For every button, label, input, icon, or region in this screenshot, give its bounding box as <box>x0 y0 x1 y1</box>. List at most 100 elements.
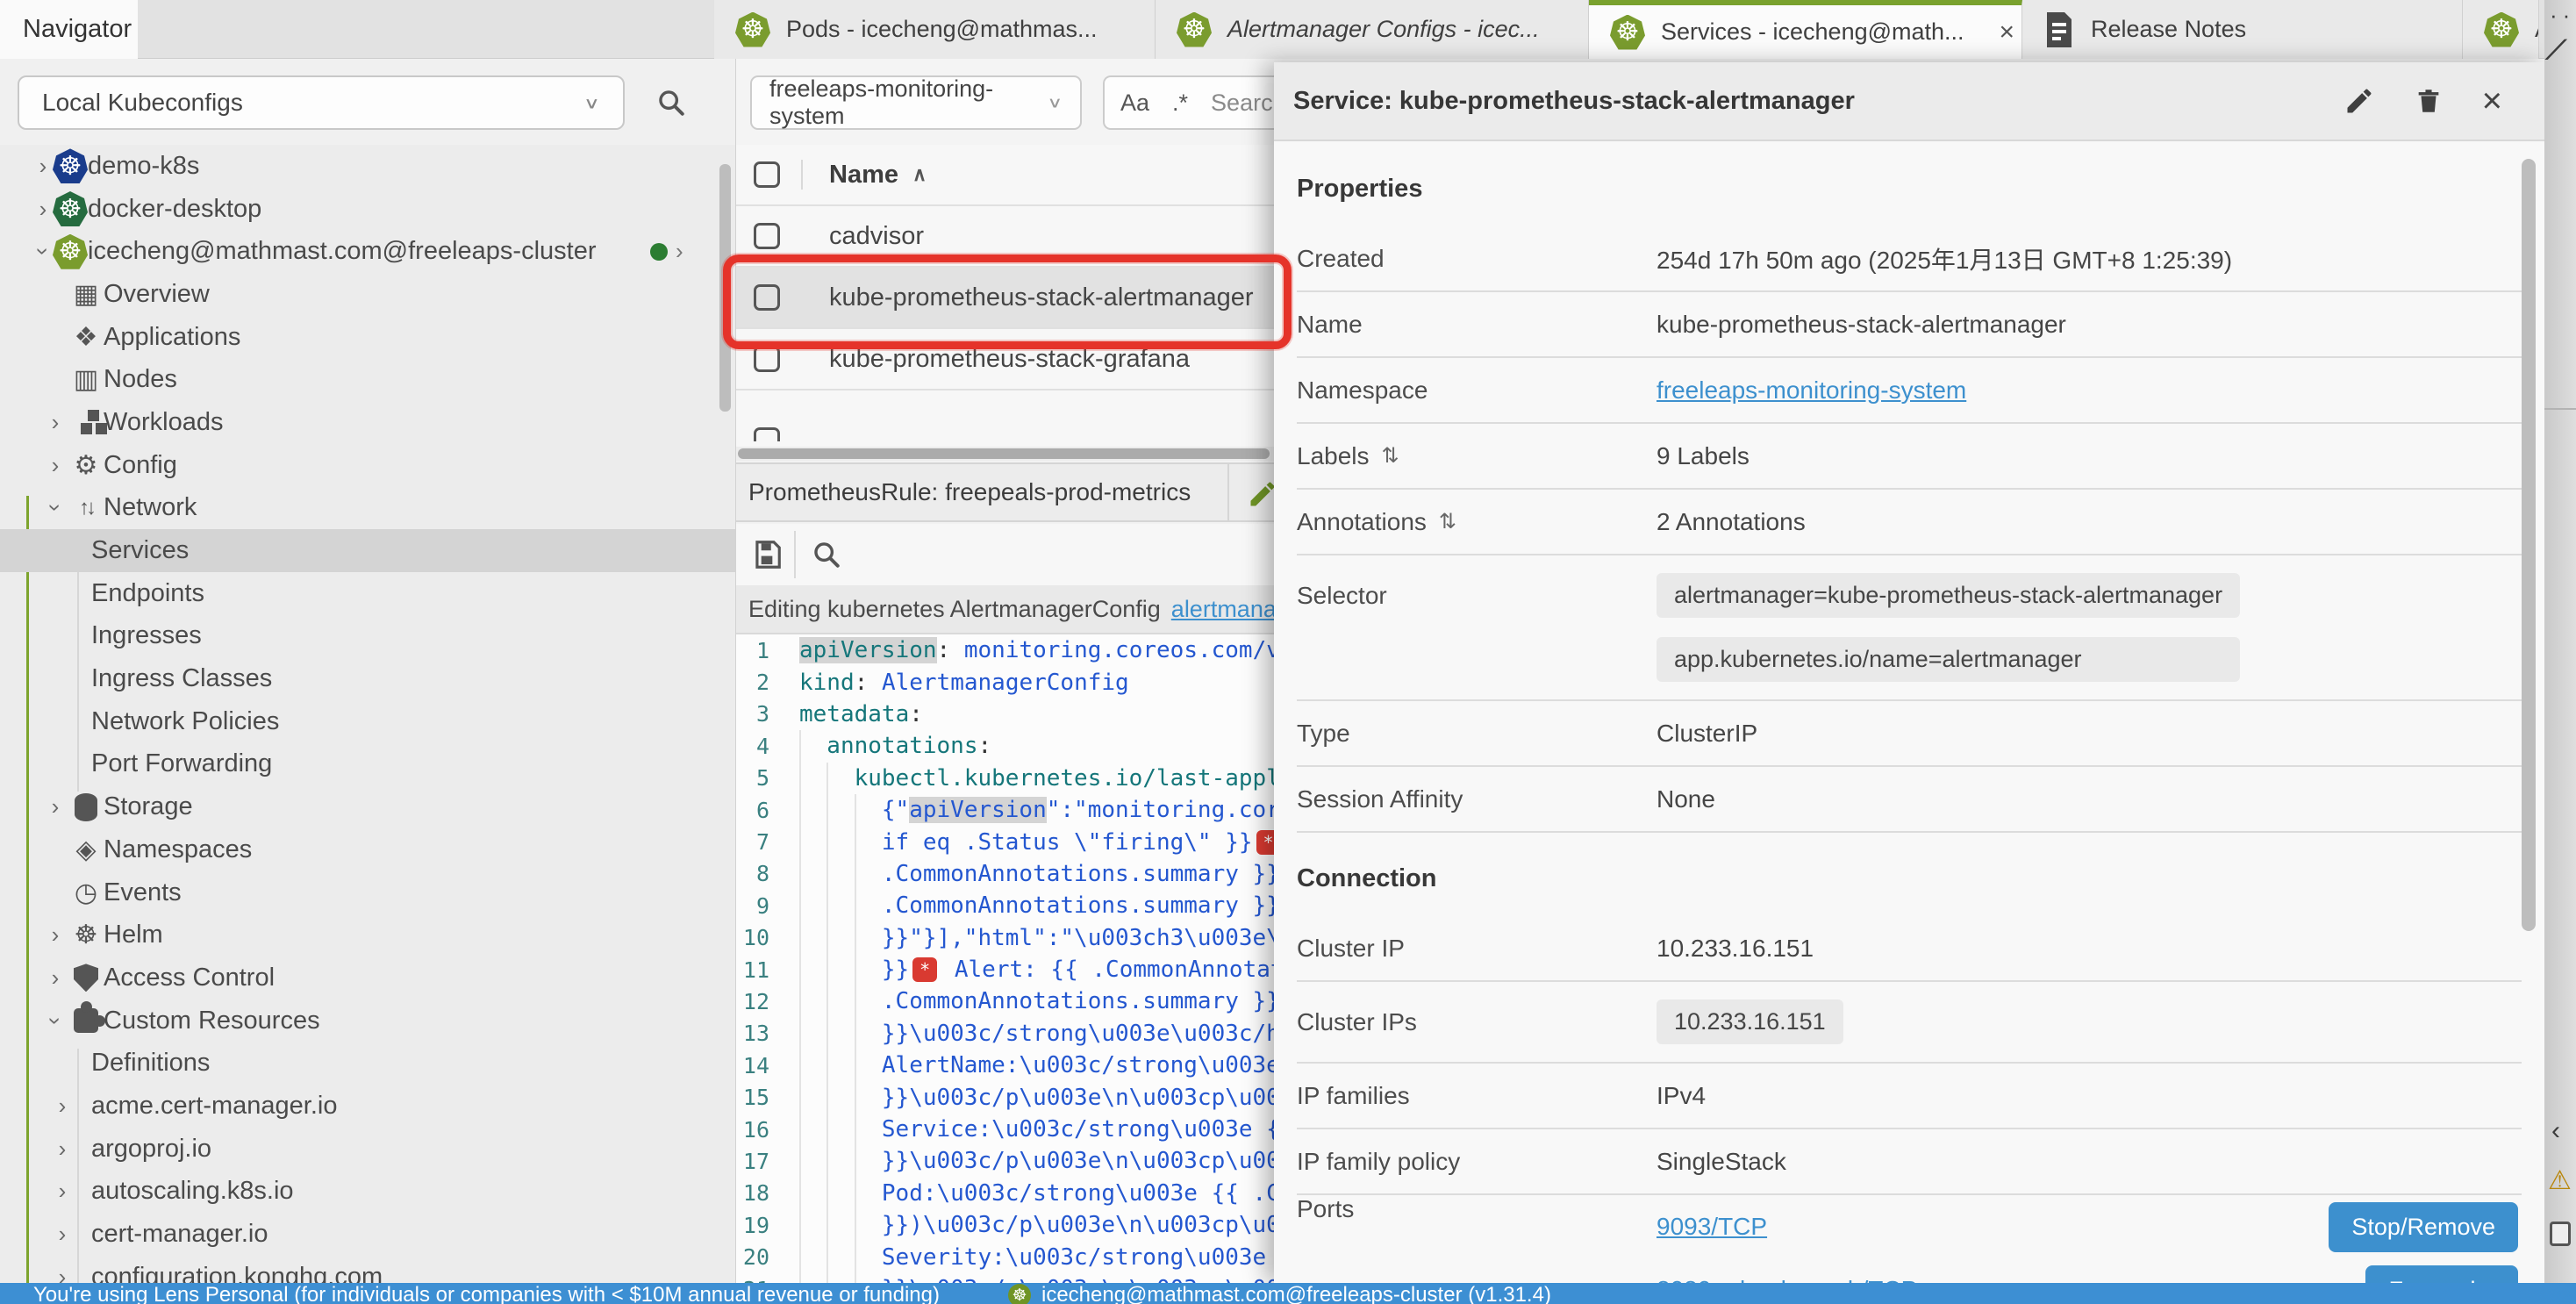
sidebar-item-namespaces[interactable]: ◈Namespaces <box>0 828 735 871</box>
cluster-open-arrow[interactable]: › <box>676 238 683 265</box>
port-link[interactable]: 8080:reloader-web/TCP <box>1657 1276 1917 1283</box>
save-icon[interactable] <box>750 538 784 571</box>
tab-a[interactable]: ☸A <box>2463 0 2539 59</box>
sidebar-item-icecheng-mathmast-com-freeleaps-cluster[interactable]: ›☸icecheng@mathmast.com@freeleaps-cluste… <box>0 230 735 273</box>
sidebar-item-helm[interactable]: ›☸Helm <box>0 914 735 957</box>
sidebar-item-autoscaling-k8s-io[interactable]: ›autoscaling.k8s.io <box>0 1171 735 1214</box>
sidebar-item-label: Applications <box>104 323 240 352</box>
chevron-collapsed-icon[interactable]: › <box>44 793 67 820</box>
chevron-collapsed-icon[interactable]: › <box>44 452 67 479</box>
sidebar-item-docker-desktop[interactable]: ›☸docker-desktop <box>0 188 735 231</box>
badge: alertmanager=kube-prometheus-stack-alert… <box>1657 573 2240 618</box>
chevron-expanded-icon[interactable]: › <box>42 497 69 519</box>
sidebar-item-argoproj-io[interactable]: ›argoproj.io <box>0 1128 735 1171</box>
column-header-name[interactable]: Name <box>829 161 898 190</box>
chevron-expanded-icon[interactable]: › <box>42 1009 69 1032</box>
row-checkbox[interactable] <box>754 427 780 441</box>
sort-asc-icon[interactable]: ∧ <box>912 163 927 186</box>
close-icon[interactable]: × <box>2000 18 2015 47</box>
sidebar-item-events[interactable]: ◷Events <box>0 871 735 914</box>
code-line-7: 7if eq .Status \"firing\" }}* <box>736 826 1274 857</box>
chevron-collapsed-icon[interactable]: › <box>51 1178 74 1205</box>
sidebar-item-label: demo-k8s <box>88 152 199 181</box>
sidebar-item-storage[interactable]: ›Storage <box>0 785 735 828</box>
kubeconfig-select[interactable]: Local Kubeconfigs ∨ <box>18 75 625 130</box>
port-link[interactable]: 9093/TCP <box>1657 1213 1767 1240</box>
line-number: 8 <box>736 861 799 886</box>
stop-remove-button[interactable]: Stop/Remove <box>2329 1202 2518 1252</box>
panel-scrollbar[interactable] <box>2522 159 2536 931</box>
yaml-editor[interactable]: 1apiVersion: monitoring.coreos.com/v12ki… <box>736 634 1274 1283</box>
editor-search-icon[interactable] <box>812 540 841 570</box>
chevron-collapsed-icon[interactable]: › <box>51 1264 74 1283</box>
chevron-collapsed-icon[interactable]: › <box>44 921 67 949</box>
edit-icon[interactable] <box>2343 85 2375 117</box>
sidebar-item-network[interactable]: ›↑↓Network <box>0 487 735 530</box>
sidebar-item-ingress-classes[interactable]: Ingress Classes <box>0 657 735 700</box>
tab-services-icecheng-math-[interactable]: ☸Services - icecheng@math...× <box>1589 0 2022 59</box>
chevron-down-icon: ∨ <box>583 93 600 112</box>
sidebar-item-acme-cert-manager-io[interactable]: ›acme.cert-manager.io <box>0 1085 735 1128</box>
code-token: : <box>977 733 991 759</box>
namespace-select[interactable]: freeleaps-monitoring-system ∨ <box>750 75 1082 130</box>
row-checkbox[interactable] <box>754 223 780 249</box>
table-header-row: Name ∧ <box>736 145 1274 206</box>
overview-icon: ▦ <box>67 275 105 313</box>
delete-icon[interactable] <box>2414 85 2444 117</box>
tab-release-notes[interactable]: Release Notes <box>2022 0 2463 59</box>
expand-toggle-icon[interactable]: ⇅ <box>1382 443 1399 469</box>
select-all-checkbox[interactable] <box>754 161 780 188</box>
active-cluster-status[interactable]: ☸ icecheng@mathmast.com@freeleaps-cluste… <box>1008 1283 1551 1304</box>
detail-row-created: Created254d 17h 50m ago (2025年1月13日 GMT+… <box>1297 226 2522 292</box>
sidebar-item-ingresses[interactable]: Ingresses <box>0 615 735 658</box>
line-number: 13 <box>736 1021 799 1046</box>
expand-toggle-icon[interactable]: ⇅ <box>1439 509 1456 534</box>
code-token: }}\u003c/p\u003e\n\u003cp\u003 <box>882 1148 1274 1174</box>
sidebar-item-nodes[interactable]: ▥Nodes <box>0 358 735 401</box>
chevron-collapsed-icon[interactable]: › <box>51 1221 74 1248</box>
sidebar-item-access-control[interactable]: ›Access Control <box>0 957 735 999</box>
table-row-partial[interactable] <box>736 390 1274 440</box>
tab-alertmanager-configs-icec-[interactable]: ☸Alertmanager Configs - icec... <box>1156 0 1589 59</box>
collapse-chevron-icon[interactable]: ‹ <box>2551 1116 2560 1146</box>
network-icon: ↑↓ <box>67 489 105 527</box>
sidebar-item-services[interactable]: Services <box>0 529 735 572</box>
tab-pods-icecheng-mathmas-[interactable]: ☸Pods - icecheng@mathmas... <box>714 0 1156 59</box>
row-value: IPv4 <box>1657 1082 1706 1110</box>
chevron-collapsed-icon[interactable]: › <box>51 1093 74 1120</box>
match-case-icon[interactable]: Aa <box>1120 90 1149 117</box>
row-checkbox[interactable] <box>754 346 780 372</box>
sidebar-item-config[interactable]: ›⚙Config <box>0 444 735 487</box>
sidebar-item-custom-resources[interactable]: ›Custom Resources <box>0 999 735 1042</box>
k8s-icon: ☸ <box>51 190 89 228</box>
dock-separator <box>1227 464 1229 520</box>
sidebar-item-network-policies[interactable]: Network Policies <box>0 700 735 743</box>
table-search-input[interactable]: Aa .* Search <box>1103 75 1274 130</box>
kubernetes-icon: ☸ <box>53 148 88 183</box>
sidebar-item-overview[interactable]: ▦Overview <box>0 273 735 316</box>
sidebar-item-label: Endpoints <box>91 579 204 608</box>
sidebar-item-applications[interactable]: ❖Applications <box>0 316 735 359</box>
search-icon[interactable] <box>656 88 686 118</box>
chevron-collapsed-icon[interactable]: › <box>44 409 67 436</box>
namespace-link[interactable]: freeleaps-monitoring-system <box>1657 376 1966 404</box>
sidebar-item-definitions[interactable]: Definitions <box>0 1042 735 1085</box>
chevron-collapsed-icon[interactable]: › <box>44 964 67 992</box>
sidebar-item-endpoints[interactable]: Endpoints <box>0 572 735 615</box>
code-token: Service:\u003c/strong\u003e { <box>882 1116 1274 1143</box>
editor-toolbar <box>736 524 1274 585</box>
sidebar-item-configuration-konghq-com[interactable]: ›configuration.konghq.com <box>0 1256 735 1283</box>
breadcrumb-resource-link[interactable]: alertmanager <box>1171 596 1274 623</box>
regex-icon[interactable]: .* <box>1172 90 1188 117</box>
forward--button[interactable]: Forward... <box>2365 1265 2518 1284</box>
table-horizontal-scrollbar[interactable] <box>736 447 1274 461</box>
navigator-panel-tab[interactable]: Navigator <box>0 0 138 59</box>
row-value: 10.233.16.151 <box>1657 935 1814 963</box>
chevron-collapsed-icon[interactable]: › <box>51 1136 74 1163</box>
sidebar-item-demo-k8s[interactable]: ›☸demo-k8s <box>0 145 735 188</box>
sidebar-item-cert-manager-io[interactable]: ›cert-manager.io <box>0 1213 735 1256</box>
code-token: : <box>855 670 882 696</box>
sidebar-item-port-forwarding[interactable]: Port Forwarding <box>0 743 735 786</box>
close-icon[interactable]: × <box>2482 83 2502 118</box>
sidebar-item-workloads[interactable]: ›Workloads <box>0 401 735 444</box>
